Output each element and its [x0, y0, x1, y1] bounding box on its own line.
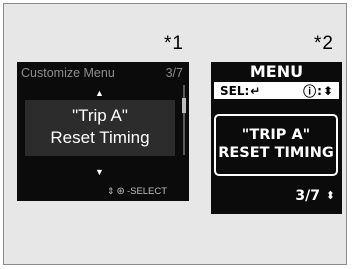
display1-scrollbar-thumb — [182, 98, 186, 113]
display2-marker: *2 — [314, 33, 334, 54]
display2-select-hint: SEL: ↵ — [220, 84, 260, 98]
scroll-down-arrow-icon[interactable]: ▼ — [95, 167, 104, 177]
display2-info-separator: : — [317, 83, 322, 98]
display1-selected-item[interactable]: "Trip A" Reset Timing — [25, 100, 175, 156]
display2-sel-label: SEL: — [220, 83, 250, 98]
display2-hint-bar: SEL: ↵ ⓘ : ⬍ — [214, 81, 339, 101]
up-down-arrows-icon: ⬍ — [325, 189, 335, 202]
display2-selected-item[interactable]: "TRIP A" RESET TIMING — [214, 114, 338, 176]
display-1: Customize Menu 3/7 ▲ "Trip A" Reset Timi… — [17, 62, 189, 201]
display2-menu-title: MENU — [249, 62, 304, 81]
display1-marker: *1 — [164, 33, 184, 54]
display2-item-line1: "TRIP A" — [241, 127, 311, 143]
display-2: MENU SEL: ↵ ⓘ : ⬍ "TRIP A" RESET TIMING … — [211, 62, 342, 214]
up-down-arrows-icon: ⇕ — [107, 186, 115, 196]
selector-dial-icon: ⊛ — [116, 186, 125, 197]
display2-info-hint: ⓘ : ⬍ — [303, 81, 333, 101]
display2-item-line2: RESET TIMING — [218, 145, 334, 161]
figure-frame: *1 *2 Customize Menu 3/7 ▲ "Trip A" Rese… — [3, 3, 347, 265]
display2-page-indicator: 3/7 — [295, 188, 320, 204]
up-down-arrows-icon: ⬍ — [322, 83, 333, 98]
display1-footer: ⇕ ⊛ -SELECT — [107, 186, 167, 197]
scroll-up-arrow-icon[interactable]: ▲ — [95, 88, 104, 98]
display1-item-line1: "Trip A" — [72, 106, 128, 125]
display1-footer-label: -SELECT — [126, 186, 168, 197]
display1-page-indicator: 3/7 — [165, 66, 183, 80]
info-icon: ⓘ — [303, 85, 317, 100]
display1-title: Customize Menu — [21, 66, 115, 80]
display1-header: Customize Menu 3/7 — [17, 66, 183, 81]
display1-scrollbar — [183, 85, 185, 155]
display1-item-line2: Reset Timing — [50, 128, 150, 147]
enter-icon: ↵ — [250, 83, 261, 98]
